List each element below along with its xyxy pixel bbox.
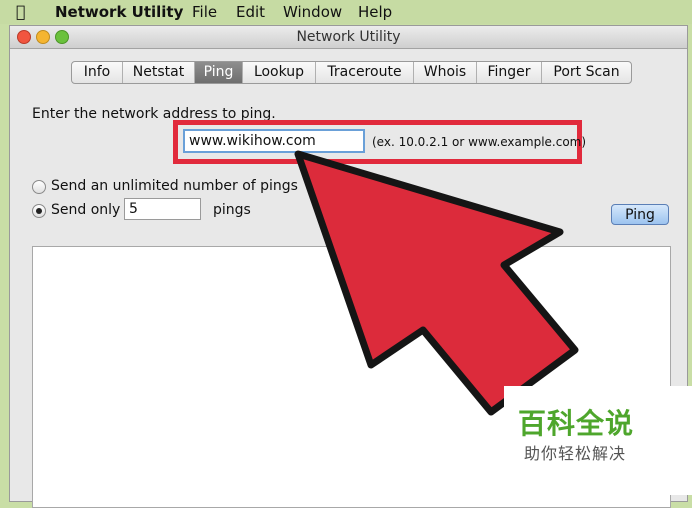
watermark-title: 百科全说 — [518, 407, 635, 440]
pointer-arrow-icon — [294, 150, 579, 416]
watermark-subtitle: 助你轻松解决 — [524, 444, 627, 463]
watermark-badge: 百科全说 助你轻松解决 — [504, 386, 692, 495]
